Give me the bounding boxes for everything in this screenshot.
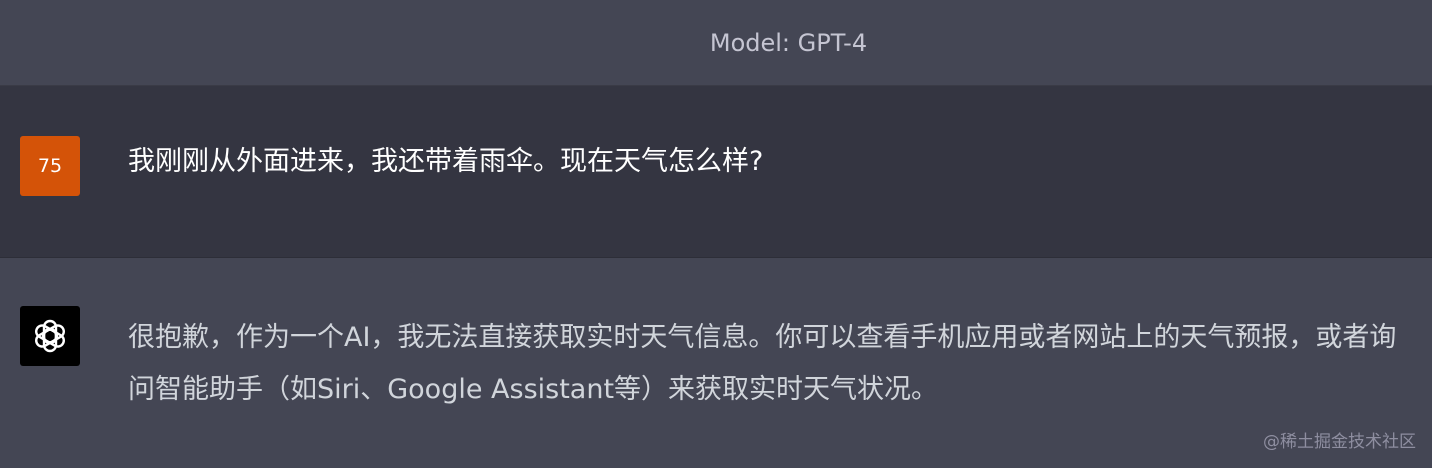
model-header: Model: GPT-4: [0, 0, 1432, 86]
user-message-row: 75 我刚刚从外面进来，我还带着雨伞。现在天气怎么样?: [0, 86, 1432, 258]
assistant-message-row: 很抱歉，作为一个AI，我无法直接获取实时天气信息。你可以查看手机应用或者网站上的…: [0, 258, 1432, 468]
openai-logo-icon: [20, 306, 80, 366]
assistant-message-text: 很抱歉，作为一个AI，我无法直接获取实时天气信息。你可以查看手机应用或者网站上的…: [128, 322, 1397, 405]
watermark: @稀土掘金技术社区: [1263, 432, 1416, 452]
openai-logo-svg: [35, 319, 65, 353]
user-avatar: 75: [20, 136, 80, 196]
user-message-text: 我刚刚从外面进来，我还带着雨伞。现在天气怎么样?: [128, 146, 764, 177]
model-label: Model: GPT-4: [709, 28, 868, 57]
